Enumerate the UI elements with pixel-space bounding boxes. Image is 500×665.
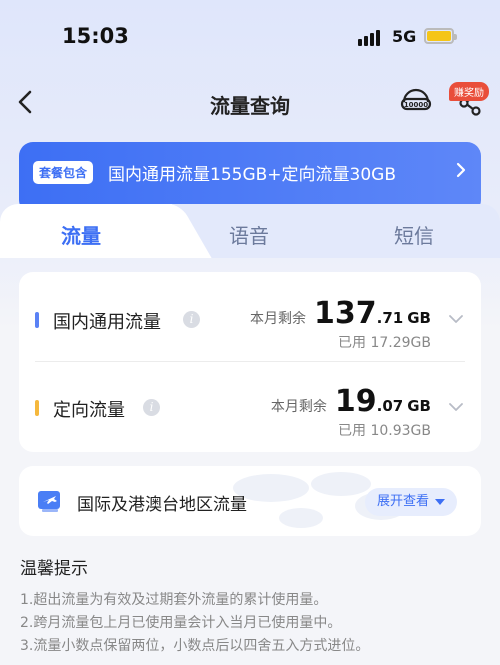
- signal-icon: [358, 28, 384, 46]
- status-bar: 15:03 5G: [0, 0, 500, 72]
- package-tag: 套餐包含: [33, 161, 94, 184]
- tips-title: 温馨提示: [20, 559, 88, 579]
- chevron-down-icon[interactable]: [449, 314, 463, 324]
- remaining-int: 137: [314, 296, 377, 331]
- reward-badge[interactable]: 赚奖励: [449, 82, 489, 101]
- remaining-decimal: .07: [376, 397, 404, 415]
- remaining-label: 本月剩余: [270, 399, 327, 415]
- remaining-unit: GB: [407, 309, 431, 327]
- remaining-decimal: .71: [376, 309, 404, 327]
- battery-icon: [424, 28, 457, 44]
- usage-label: 国内通用流量: [53, 312, 161, 333]
- usage-row-general[interactable]: 国内通用流量 i 本月剩余 137.71 GB 已用 17.29GB: [19, 274, 481, 362]
- remaining-int: 19: [334, 384, 377, 419]
- package-summary: 国内通用流量155GB+定向流量30GB: [108, 165, 396, 185]
- plane-icon: [38, 491, 60, 512]
- row-indicator: [35, 400, 39, 416]
- expand-button[interactable]: 展开查看: [364, 488, 457, 516]
- remaining-value: 本月剩余 19.07 GB: [271, 384, 431, 419]
- usage-row-directed[interactable]: 定向流量 i 本月剩余 19.07 GB 已用 10.93GB: [19, 362, 481, 450]
- info-icon[interactable]: i: [183, 311, 200, 328]
- intl-label: 国际及港澳台地区流量: [77, 495, 247, 515]
- tab-voice[interactable]: 语音: [229, 220, 269, 249]
- intl-roaming-card[interactable]: 国际及港澳台地区流量 展开查看: [19, 466, 481, 536]
- info-icon[interactable]: i: [143, 399, 160, 416]
- remaining-unit: GB: [407, 397, 431, 415]
- network-type: 5G: [392, 27, 417, 46]
- row-indicator: [35, 312, 39, 328]
- used-value: 已用 17.29GB: [338, 335, 431, 351]
- remaining-value: 本月剩余 137.71 GB: [250, 296, 431, 331]
- chevron-down-icon[interactable]: [449, 402, 463, 412]
- tab-data[interactable]: 流量: [61, 220, 101, 249]
- tip-item: 3.流量小数点保留两位，小数点后以四舍五入方式进位。: [20, 638, 370, 654]
- triangle-down-icon: [435, 498, 445, 505]
- tab-bar: 流量 语音 短信: [0, 204, 500, 258]
- nav-bar: 流量查询 10000: [0, 80, 500, 126]
- status-time: 15:03: [62, 24, 129, 48]
- customer-service-icon[interactable]: 10000: [400, 86, 432, 118]
- usage-label: 定向流量: [53, 400, 125, 421]
- used-value: 已用 10.93GB: [338, 423, 431, 439]
- tip-item: 1.超出流量为有效及过期套外流量的累计使用量。: [20, 592, 328, 608]
- service-icon-text: 10000: [404, 101, 428, 109]
- expand-button-label: 展开查看: [376, 494, 429, 509]
- tab-sms[interactable]: 短信: [394, 220, 434, 249]
- tip-item: 2.跨月流量包上月已使用量会计入当月已使用量中。: [20, 615, 342, 631]
- chevron-right-icon: [456, 162, 466, 178]
- usage-card: 国内通用流量 i 本月剩余 137.71 GB 已用 17.29GB 定向流量 i …: [19, 272, 481, 452]
- remaining-label: 本月剩余: [250, 311, 307, 327]
